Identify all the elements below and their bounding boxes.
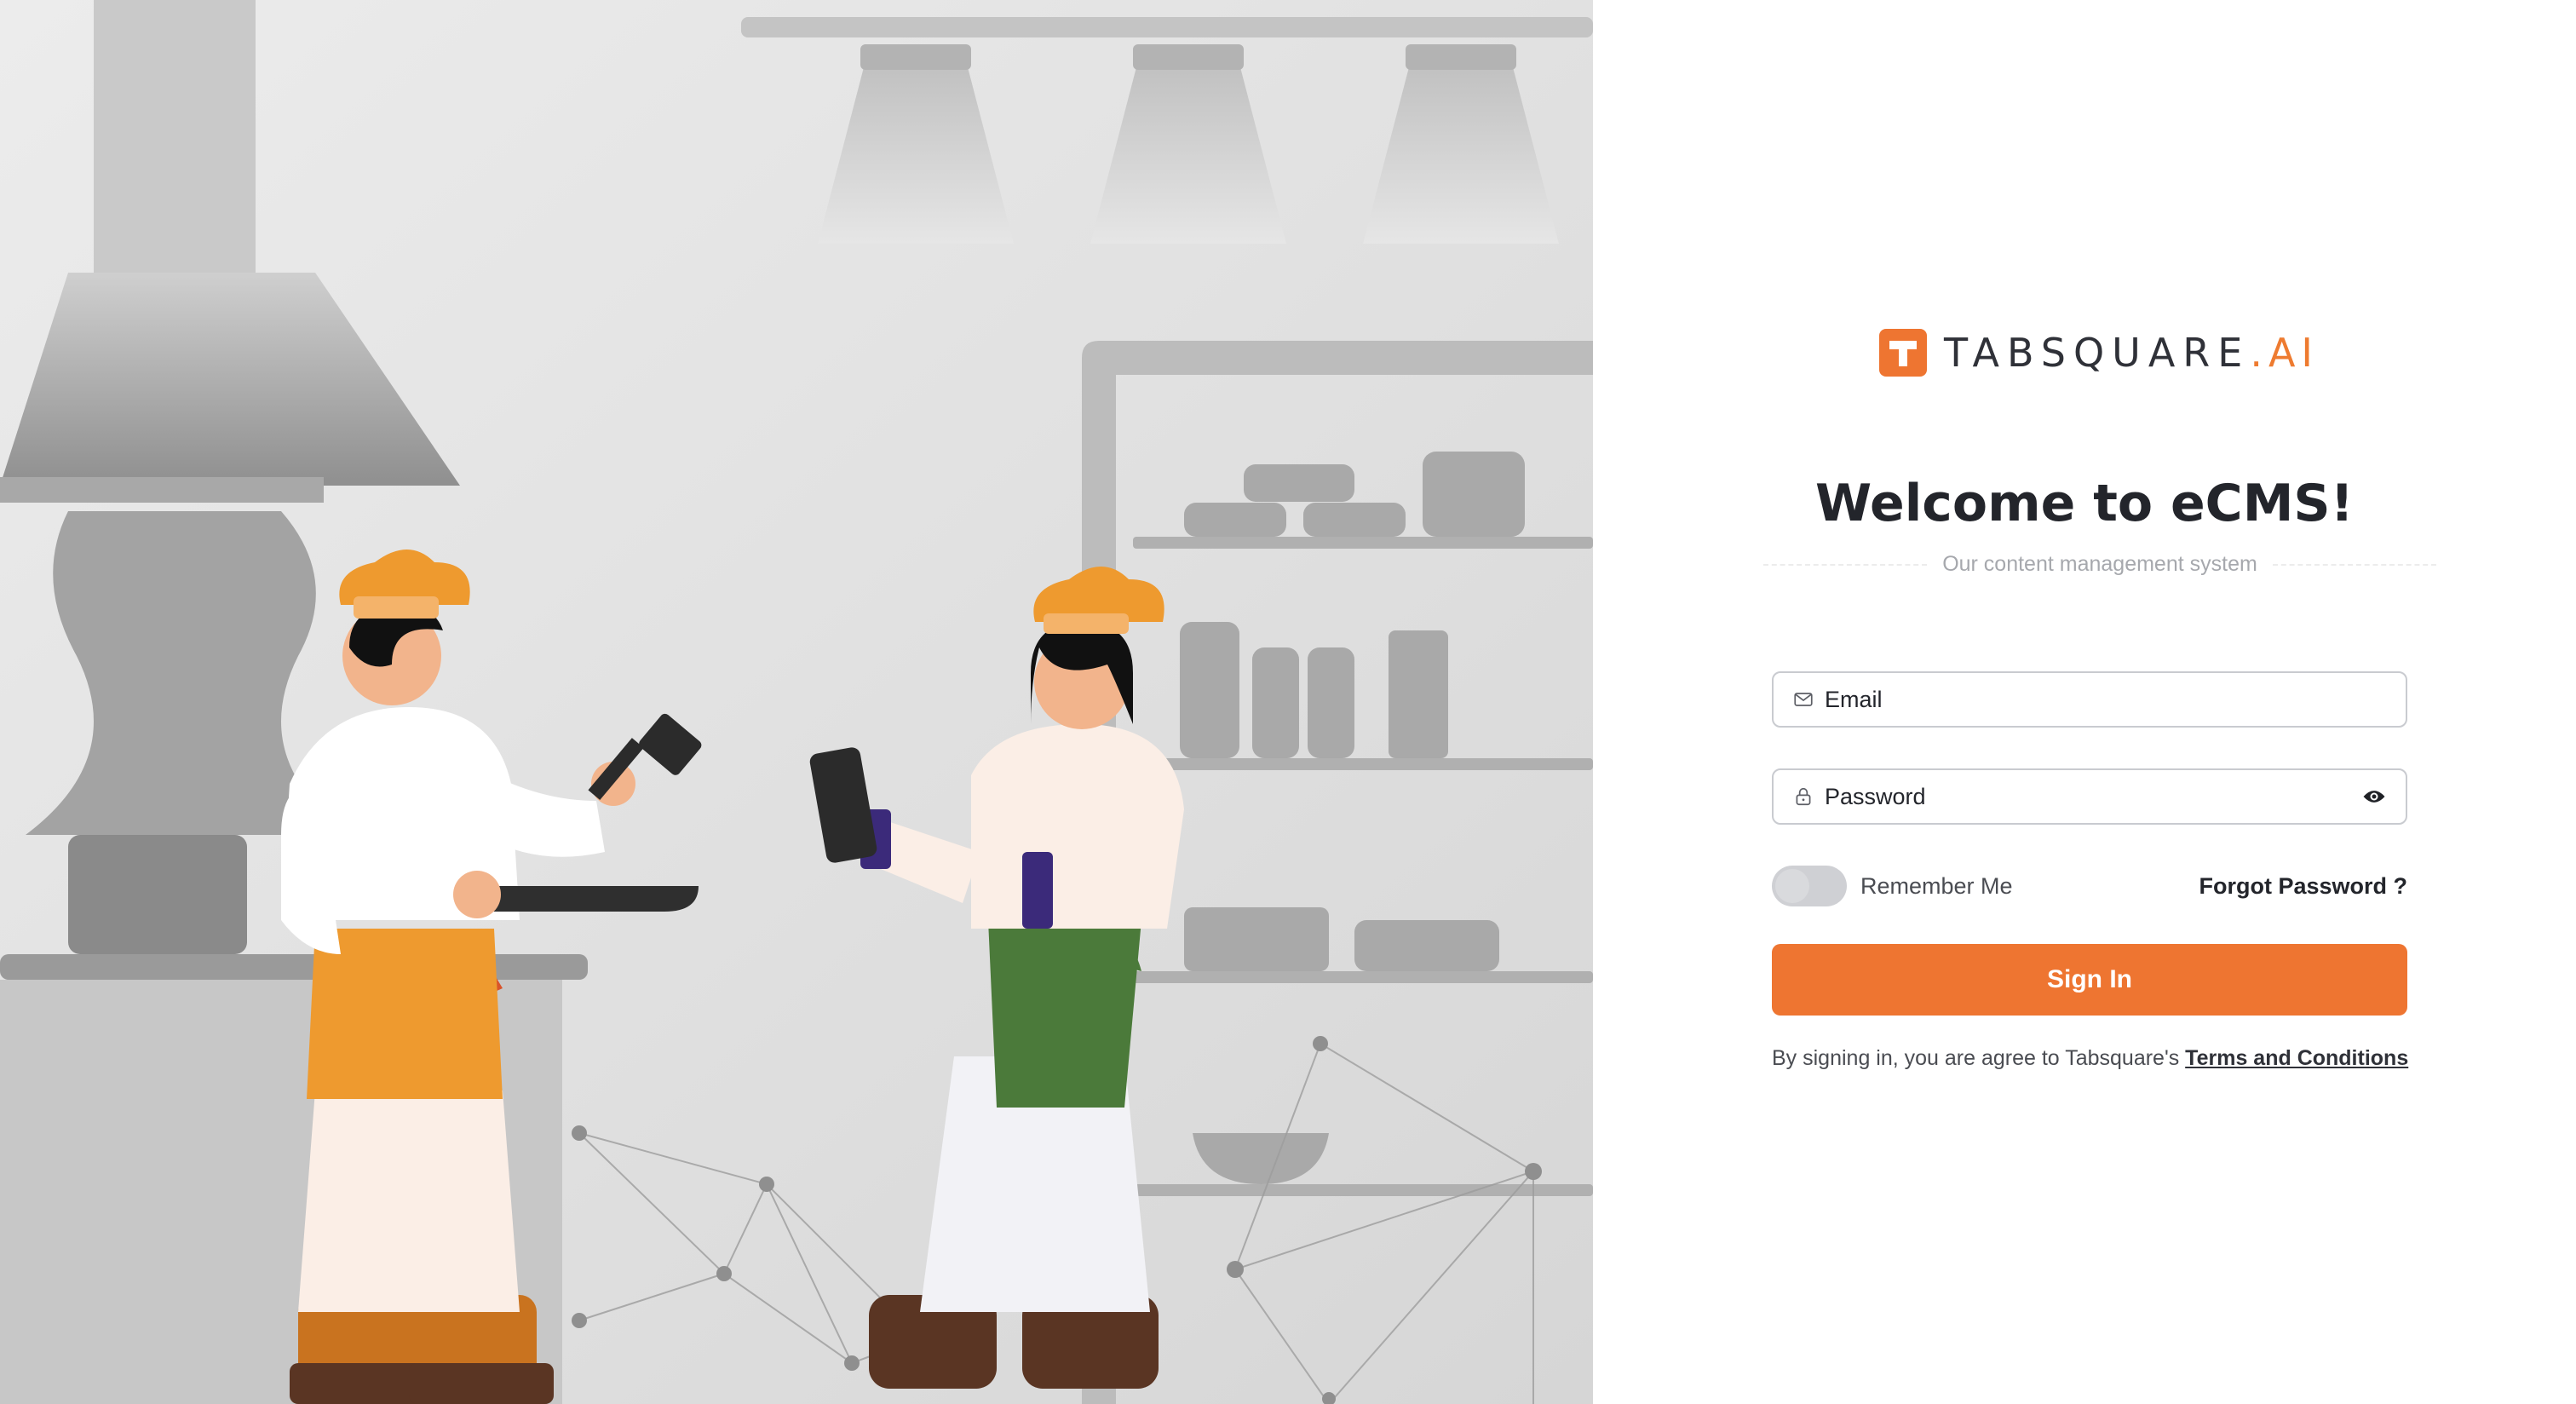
login-page: TABSQUARE.AI Welcome to eCMS! Our conten… xyxy=(0,0,2576,1404)
remember-me-toggle[interactable] xyxy=(1772,866,1847,906)
login-panel: TABSQUARE.AI Welcome to eCMS! Our conten… xyxy=(1593,0,2576,1404)
eye-icon[interactable] xyxy=(2361,784,2387,809)
forgot-password-link[interactable]: Forgot Password ? xyxy=(2199,873,2407,900)
password-input[interactable] xyxy=(1825,783,2353,810)
toggle-knob xyxy=(1775,869,1809,903)
brand-wordmark: TABSQUARE.AI xyxy=(1944,330,2319,376)
email-field[interactable] xyxy=(1772,671,2407,728)
remember-me-label: Remember Me xyxy=(1860,872,2013,899)
terms-notice: By signing in, you are agree to Tabsquar… xyxy=(1772,1046,2408,1071)
tabsquare-logo-icon xyxy=(1879,329,1927,377)
lock-icon xyxy=(1796,787,1811,806)
password-field[interactable] xyxy=(1772,768,2407,825)
remember-row: Remember Me Forgot Password ? xyxy=(1772,864,2407,908)
email-input[interactable] xyxy=(1825,686,2387,713)
illustration-artwork xyxy=(0,0,1593,1404)
divider-left xyxy=(1763,563,1928,566)
page-title: Welcome to eCMS! xyxy=(1815,474,2354,533)
terms-link[interactable]: Terms and Conditions xyxy=(2185,1046,2408,1070)
subtitle-row: Our content management system xyxy=(1763,552,2436,577)
brand-name: TABSQUARE xyxy=(1944,330,2251,376)
brand-suffix: .AI xyxy=(2250,330,2319,376)
divider-right xyxy=(2272,563,2436,566)
envelope-icon xyxy=(1794,693,1813,706)
terms-prefix: By signing in, you are agree to Tabsquar… xyxy=(1772,1046,2186,1070)
sign-in-button[interactable]: Sign In xyxy=(1772,944,2407,1016)
brand-logo: TABSQUARE.AI xyxy=(1879,329,2319,377)
kitchen-chefs-illustration xyxy=(0,0,1593,1404)
page-subtitle: Our content management system xyxy=(1942,552,2257,576)
